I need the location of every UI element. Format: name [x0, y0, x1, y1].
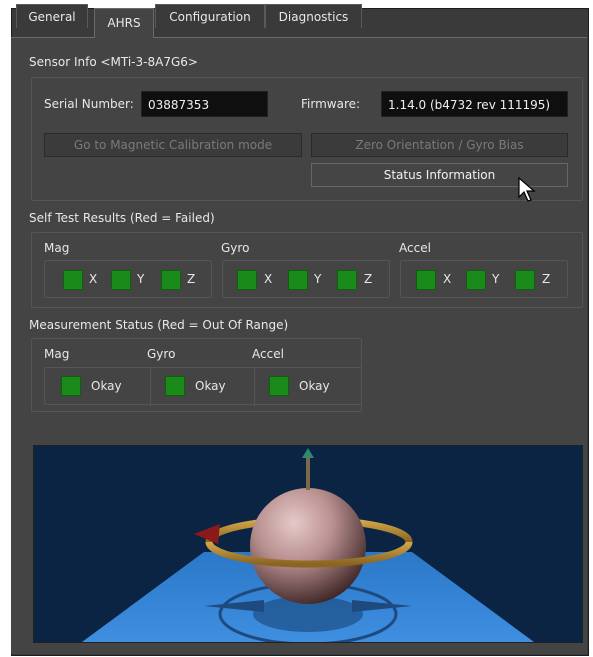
axis-label: Y: [492, 272, 500, 286]
sensor-info-title: Sensor Info <MTi-3-8A7G6>: [29, 55, 198, 69]
accel-x-indicator: [416, 270, 436, 290]
gyro-status-text: Okay: [195, 379, 226, 393]
serial-number-label: Serial Number:: [44, 97, 134, 111]
mag-calibration-button[interactable]: Go to Magnetic Calibration mode: [44, 133, 302, 157]
measurement-status-title: Measurement Status (Red = Out Of Range): [29, 318, 289, 332]
tab-label: Configuration: [169, 10, 251, 24]
measurement-gyro-label: Gyro: [147, 347, 176, 361]
serial-number-field[interactable]: 03887353: [141, 91, 268, 117]
self-test-mag-box: X Y Z: [44, 260, 212, 298]
firmware-label: Firmware:: [301, 97, 361, 111]
gyro-z-indicator: [337, 270, 357, 290]
accel-z-indicator: [515, 270, 535, 290]
orientation-sphere: [250, 488, 366, 604]
mag-status-text: Okay: [91, 379, 122, 393]
tab-diagnostics[interactable]: Diagnostics: [265, 4, 362, 28]
self-test-accel-box: X Y Z: [400, 260, 568, 298]
axis-label: Z: [187, 272, 196, 286]
measurement-mag-cell: Okay: [45, 368, 151, 406]
measurement-accel-cell: Okay: [255, 368, 363, 406]
axis-label: Z: [542, 272, 551, 286]
self-test-gyro-label: Gyro: [221, 241, 250, 255]
tab-label: General: [28, 10, 76, 24]
tab-configuration[interactable]: Configuration: [155, 4, 265, 28]
axis-label: X: [89, 272, 98, 286]
axis-label: X: [264, 272, 273, 286]
measurement-status-box: Okay Okay Okay: [44, 367, 363, 406]
pointer-cursor-icon: [518, 177, 536, 202]
orientation-scene: [34, 446, 582, 642]
axis-label: Y: [137, 272, 145, 286]
orientation-3d-viewport[interactable]: [33, 445, 583, 643]
self-test-title: Self Test Results (Red = Failed): [29, 211, 215, 225]
axis-label: X: [443, 272, 452, 286]
self-test-mag-label: Mag: [44, 241, 70, 255]
accel-y-indicator: [466, 270, 486, 290]
mag-y-indicator: [111, 270, 131, 290]
tab-label: Diagnostics: [278, 10, 349, 24]
self-test-accel-label: Accel: [399, 241, 431, 255]
accel-status-text: Okay: [299, 379, 330, 393]
axis-label: Y: [314, 272, 322, 286]
measurement-gyro-cell: Okay: [151, 368, 255, 406]
gyro-x-indicator: [237, 270, 257, 290]
tab-general[interactable]: General: [16, 4, 88, 28]
mag-z-indicator: [161, 270, 181, 290]
accel-status-indicator: [269, 376, 289, 396]
zero-orientation-button[interactable]: Zero Orientation / Gyro Bias: [311, 133, 568, 157]
firmware-field[interactable]: 1.14.0 (b4732 rev 111195): [381, 91, 568, 117]
gyro-status-indicator: [165, 376, 185, 396]
gyro-y-indicator: [288, 270, 308, 290]
mag-status-indicator: [61, 376, 81, 396]
self-test-gyro-box: X Y Z: [222, 260, 390, 298]
axis-label: Z: [364, 272, 373, 286]
measurement-accel-label: Accel: [252, 347, 284, 361]
top-pin: [306, 456, 310, 490]
tab-label: AHRS: [107, 16, 141, 30]
measurement-mag-label: Mag: [44, 347, 70, 361]
mag-x-indicator: [63, 270, 83, 290]
tab-ahrs[interactable]: AHRS: [94, 8, 154, 38]
